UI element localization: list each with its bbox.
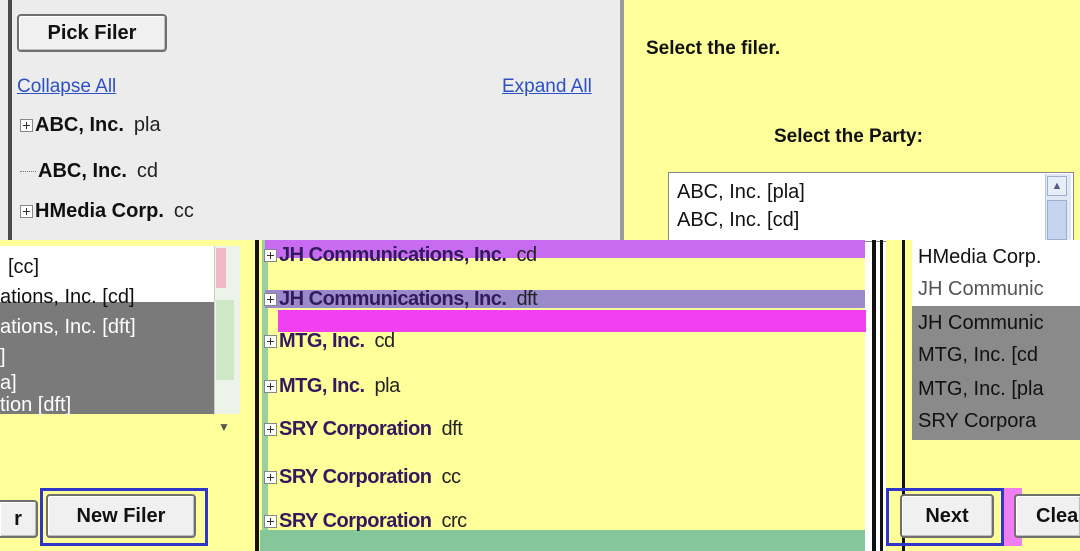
filer-list[interactable]: [cc] ations, Inc. [cd] ations, Inc. [dft… <box>0 246 240 417</box>
list-item[interactable]: ABC, Inc. [cd] <box>677 209 799 232</box>
render-artifact <box>278 310 866 332</box>
scroll-artifact <box>216 300 234 380</box>
tree-node[interactable]: MTG, Inc. pla <box>264 375 400 398</box>
scroll-artifact <box>216 248 226 288</box>
new-filer-button[interactable]: New Filer <box>46 494 196 538</box>
pick-filer-button[interactable]: Pick Filer <box>17 14 167 52</box>
render-artifact <box>260 530 865 551</box>
expand-icon[interactable] <box>264 471 277 484</box>
expand-icon[interactable] <box>264 249 277 262</box>
list-item[interactable]: ABC, Inc. [pla] <box>677 181 805 204</box>
next-button[interactable]: Next <box>900 494 994 538</box>
expand-icon[interactable] <box>20 205 33 218</box>
expand-icon[interactable] <box>264 515 277 528</box>
tree-node[interactable]: MTG, Inc. cd <box>264 330 395 353</box>
expand-icon[interactable] <box>20 119 33 132</box>
tree-node-name: SRY Corporation <box>279 418 432 440</box>
scroll-up-icon[interactable]: ▲ <box>1047 176 1067 196</box>
filer-tree-panel: Pick Filer Collapse All Expand All ABC, … <box>0 0 624 240</box>
frame-divider <box>8 0 12 240</box>
tree-node-name: MTG, Inc. <box>279 330 365 352</box>
clear-button[interactable]: Clea <box>1014 494 1080 538</box>
tree-node-role: crc <box>441 510 468 532</box>
tree-node[interactable]: SRY Corporation dft <box>264 418 463 441</box>
tree-node-role: pla <box>374 375 401 397</box>
tree-node[interactable]: ABC, Inc. pla <box>20 114 161 137</box>
scroll-thumb[interactable] <box>1047 200 1067 240</box>
tree-node-name: ABC, Inc. <box>38 160 127 182</box>
tree-node-name: SRY Corporation <box>279 510 432 532</box>
party-select-list[interactable]: ABC, Inc. [pla] ABC, Inc. [cd] <box>668 172 1074 242</box>
tree-node-role: dft <box>441 418 463 440</box>
list-item[interactable]: JH Communic <box>918 312 1044 335</box>
tree-node-role: cd <box>516 244 537 266</box>
expand-icon[interactable] <box>264 380 277 393</box>
tree-node-role: dft <box>516 288 538 310</box>
tree-node[interactable]: HMedia Corp. cc <box>20 200 194 223</box>
tree-node-role: cc <box>173 200 194 222</box>
list-item[interactable]: ations, Inc. [dft] <box>0 316 136 339</box>
tree-node[interactable]: JH Communications, Inc. cd <box>264 244 537 267</box>
tree-node-role: cd <box>136 160 159 182</box>
tree-node-name: SRY Corporation <box>279 466 432 488</box>
tree-connector <box>20 171 36 172</box>
tree-node[interactable]: ABC, Inc. cd <box>20 160 158 183</box>
tree-node-role: pla <box>133 114 161 136</box>
list-item[interactable]: HMedia Corp. <box>918 246 1041 269</box>
list-item[interactable]: JH Communic <box>918 278 1044 301</box>
frame-divider <box>872 240 876 551</box>
list-item[interactable]: [cc] <box>8 256 39 279</box>
tree-node-role: cd <box>374 330 396 352</box>
tree-node-name: ABC, Inc. <box>35 114 124 136</box>
frame-divider <box>255 240 259 551</box>
list-item[interactable]: MTG, Inc. [cd <box>918 344 1038 367</box>
expand-all-link[interactable]: Expand All <box>502 76 592 98</box>
frame-divider <box>880 240 883 551</box>
expand-icon[interactable] <box>264 293 277 306</box>
partial-button[interactable]: r <box>0 500 38 538</box>
tree-node[interactable]: JH Communications, Inc. dft <box>264 288 538 311</box>
tree-node-name: JH Communications, Inc. <box>279 244 507 266</box>
instruction-text: Select the filer. <box>646 38 781 59</box>
list-item[interactable]: tion [dft] <box>0 394 71 417</box>
tree-node-name: HMedia Corp. <box>35 200 164 222</box>
tree-node-name: MTG, Inc. <box>279 375 365 397</box>
list-item[interactable]: ations, Inc. [cd] <box>0 286 135 309</box>
collapse-all-link[interactable]: Collapse All <box>17 76 116 98</box>
list-item[interactable]: ] <box>0 346 6 369</box>
expand-icon[interactable] <box>264 423 277 436</box>
list-item[interactable]: MTG, Inc. [pla <box>918 378 1044 401</box>
list-item[interactable]: SRY Corpora <box>918 410 1036 433</box>
party-label: Select the Party: <box>774 126 923 147</box>
scroll-down-icon[interactable]: ▼ <box>218 420 230 434</box>
tree-node[interactable]: SRY Corporation cc <box>264 466 461 489</box>
tree-node-name: JH Communications, Inc. <box>279 288 507 310</box>
expand-icon[interactable] <box>264 335 277 348</box>
list-item[interactable]: a] <box>0 372 17 395</box>
tree-node-role: cc <box>441 466 462 488</box>
tree-node[interactable]: SRY Corporation crc <box>264 510 467 533</box>
